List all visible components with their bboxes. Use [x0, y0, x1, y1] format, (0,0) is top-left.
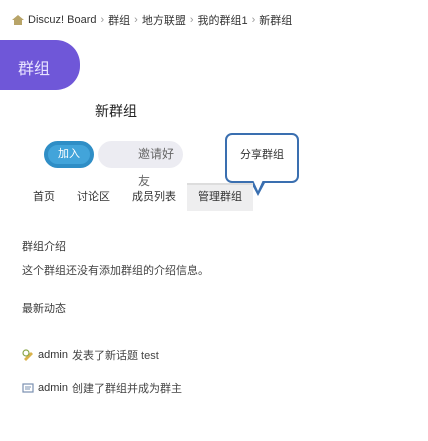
activity-actor[interactable]: admin	[38, 382, 68, 394]
group-name: 新群组	[95, 103, 137, 119]
intro-text: 这个群组还没有添加群组的介绍信息。	[22, 265, 209, 277]
tab-home[interactable]: 首页	[22, 183, 66, 211]
intro-title: 群组介绍	[22, 241, 66, 253]
breadcrumb-item-my-group[interactable]: 我的群组1	[198, 12, 248, 28]
join-icon	[22, 383, 34, 393]
tab-discussion[interactable]: 讨论区	[66, 183, 121, 211]
thread-icon	[22, 349, 33, 361]
tab-manage[interactable]: 管理群组	[187, 183, 253, 211]
group-section-tab[interactable]: 群组	[0, 40, 80, 90]
activity-title: 最新动态	[22, 303, 66, 315]
activity-actor[interactable]: admin	[38, 349, 68, 361]
breadcrumb-item-alliance[interactable]: 地方联盟	[142, 12, 186, 28]
breadcrumb-separator: ›	[100, 14, 105, 26]
activity-text[interactable]: 发表了新话题 test	[72, 347, 159, 363]
breadcrumb-separator: ›	[134, 14, 138, 26]
activity-text: 创建了群组并成为群主	[71, 383, 182, 395]
activity-item: admin 创建了群组并成为群主	[22, 380, 182, 396]
breadcrumb-item-group[interactable]: 群组	[108, 12, 130, 28]
tab-members[interactable]: 成员列表	[121, 183, 187, 211]
invite-friends-button[interactable]: 邀请好友	[98, 141, 183, 188]
bubble-tail-inner	[253, 180, 263, 191]
activity-item: admin 发表了新话题 test	[22, 347, 159, 363]
home-icon[interactable]	[12, 15, 24, 25]
breadcrumb-separator: ›	[251, 14, 256, 26]
breadcrumb-item-current: 新群组	[259, 15, 293, 27]
breadcrumb-separator: ›	[189, 14, 194, 26]
share-group-bubble[interactable]: 分享群组	[225, 133, 299, 183]
breadcrumb-item-board[interactable]: Discuz! Board	[28, 14, 96, 26]
breadcrumb: Discuz! Board › 群组 › 地方联盟 › 我的群组1 › 新群组	[12, 12, 292, 28]
group-section-label: 群组	[18, 61, 51, 78]
join-group-button[interactable]: 加入	[44, 141, 94, 168]
group-tabs: 首页 讨论区 成员列表 管理群组	[22, 183, 253, 211]
